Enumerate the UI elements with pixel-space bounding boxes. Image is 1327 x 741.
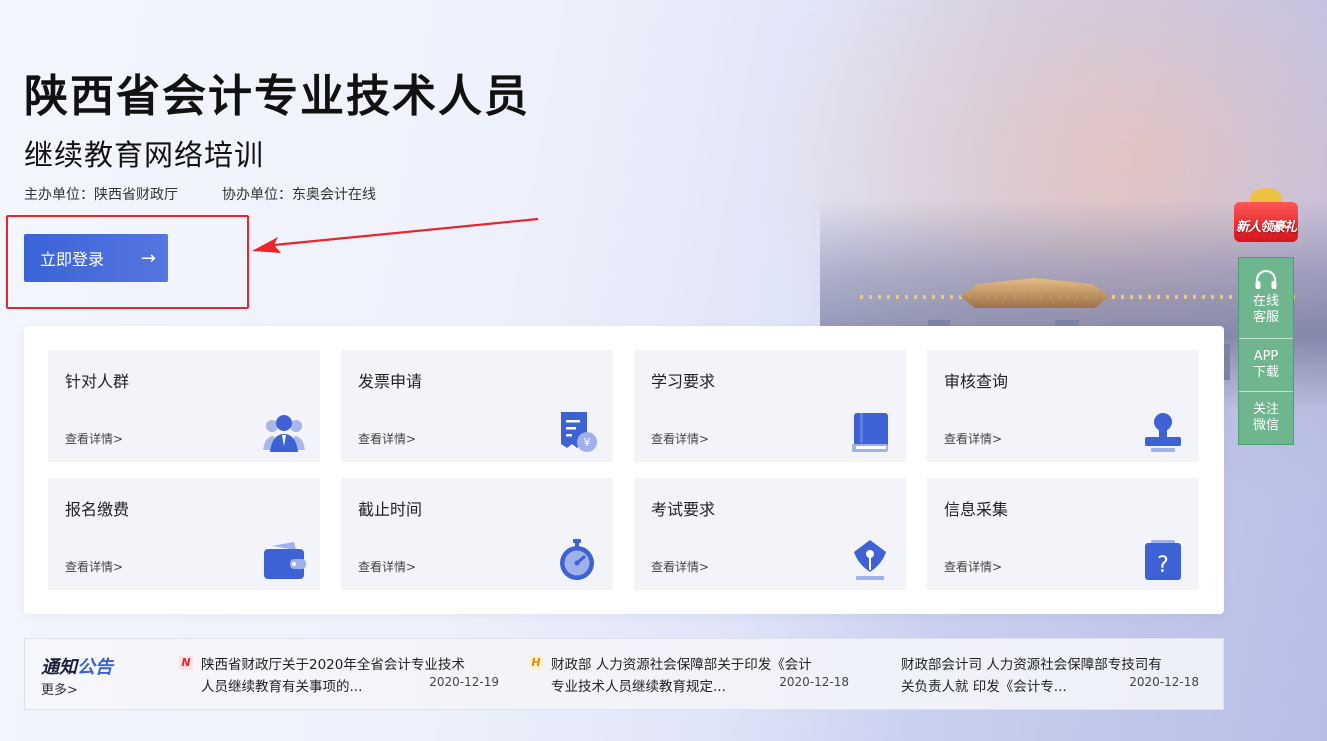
login-button-label: 立即登录 — [40, 250, 105, 269]
notice-bar: 通知公告 更多> N 陕西省财政厅关于2020年全省会计专业技术 人员继续教育有… — [24, 638, 1224, 710]
wallet-icon — [264, 542, 306, 579]
gift-label: 新人领豪礼 — [1235, 220, 1297, 235]
arrow-right-icon: → — [140, 247, 156, 269]
tile-registration-payment[interactable]: 报名缴费 查看详情> — [48, 478, 320, 590]
tile-exam-requirements[interactable]: 考试要求 查看详情> — [634, 478, 906, 590]
tile-title: 截止时间 — [358, 500, 423, 519]
tile-title: 学习要求 — [651, 372, 716, 391]
feature-card-panel: 针对人群 查看详情> 发票申请 查看详情> ¥ 学习要求 查看详情> 审核查询 … — [24, 326, 1224, 614]
tile-deadline[interactable]: 截止时间 查看详情> — [341, 478, 613, 590]
notice-item[interactable]: N 陕西省财政厅关于2020年全省会计专业技术 人员继续教育有关事项的... 2… — [179, 653, 499, 699]
tile-study-requirements[interactable]: 学习要求 查看详情> — [634, 350, 906, 462]
svg-text:¥: ¥ — [584, 436, 591, 449]
notice-date: 2020-12-18 — [779, 675, 849, 689]
tile-review-query[interactable]: 审核查询 查看详情> — [927, 350, 1199, 462]
tile-detail-link[interactable]: 查看详情> — [944, 430, 1002, 447]
host-organization: 主办单位：陕西省财政厅 — [24, 187, 178, 203]
notice-line-2: 关负责人就 印发《会计专... — [901, 679, 1067, 695]
wechat-label-2: 微信 — [1252, 418, 1279, 433]
app-label-2: 下载 — [1252, 365, 1279, 380]
notice-item[interactable]: H 财政部 人力资源社会保障部关于印发《会计 专业技术人员继续教育规定... 2… — [529, 653, 849, 699]
tile-title: 审核查询 — [944, 372, 1009, 391]
co-organization: 协办单位：东奥会计在线 — [222, 187, 376, 203]
tile-title: 信息采集 — [944, 500, 1009, 519]
new-tag-icon: N — [179, 656, 193, 670]
tile-detail-link[interactable]: 查看详情> — [65, 430, 123, 447]
organizer-line: 主办单位：陕西省财政厅 协办单位：东奥会计在线 — [24, 184, 376, 204]
notice-item[interactable]: 财政部会计司 人力资源社会保障部专技司有 关负责人就 印发《会计专... 202… — [879, 653, 1199, 699]
login-button[interactable]: 立即登录 → — [24, 234, 168, 282]
people-icon — [263, 415, 305, 452]
tile-title: 考试要求 — [651, 500, 716, 519]
tile-detail-link[interactable]: 查看详情> — [944, 558, 1002, 575]
side-float-menu: 在线 客服 APP 下载 关注 微信 — [1238, 257, 1294, 445]
notice-date: 2020-12-18 — [1129, 675, 1199, 689]
tile-detail-link[interactable]: 查看详情> — [358, 430, 416, 447]
tile-detail-link[interactable]: 查看详情> — [358, 558, 416, 575]
tile-detail-link[interactable]: 查看详情> — [65, 558, 123, 575]
hot-tag-icon: H — [529, 656, 543, 670]
notice-line-2: 人员继续教育有关事项的... — [201, 679, 363, 695]
notice-brand-part-1: 通知 — [41, 657, 77, 678]
tile-invoice-request[interactable]: 发票申请 查看详情> ¥ — [341, 350, 613, 462]
notice-line-1: 财政部 人力资源社会保障部关于印发《会计 — [551, 657, 812, 673]
book-icon — [852, 413, 888, 452]
notice-brand: 通知公告 — [41, 653, 113, 679]
wechat-label: 关注 — [1252, 402, 1279, 417]
tile-info-collection[interactable]: 信息采集 查看详情> ? — [927, 478, 1199, 590]
notice-line-1: 陕西省财政厅关于2020年全省会计专业技术 — [201, 657, 465, 673]
stopwatch-icon — [560, 539, 594, 580]
question-icon: ? — [1145, 540, 1181, 580]
new-user-gift-badge[interactable]: 新人领豪礼 — [1228, 188, 1304, 244]
red-pointer-arrow-icon — [252, 217, 539, 253]
tile-target-audience[interactable]: 针对人群 查看详情> — [48, 350, 320, 462]
pen-nib-icon — [854, 540, 886, 580]
tile-title: 报名缴费 — [65, 500, 130, 519]
app-download-button[interactable]: APP 下载 — [1239, 339, 1293, 392]
notice-more-link[interactable]: 更多> — [41, 679, 78, 698]
page-title: 陕西省会计专业技术人员 — [24, 71, 530, 122]
tile-title: 发票申请 — [358, 372, 423, 391]
notice-line-2: 专业技术人员继续教育规定... — [551, 679, 726, 695]
page-subtitle: 继续教育网络培训 — [24, 138, 265, 172]
tile-title: 针对人群 — [65, 372, 130, 391]
online-service-button[interactable]: 在线 客服 — [1239, 258, 1293, 339]
headset-icon — [1255, 270, 1277, 289]
online-service-label: 在线 — [1252, 294, 1279, 309]
stamp-icon — [1145, 413, 1181, 452]
invoice-icon: ¥ — [561, 412, 597, 452]
notice-date: 2020-12-19 — [429, 675, 499, 689]
follow-wechat-button[interactable]: 关注 微信 — [1239, 392, 1293, 444]
online-service-label-2: 客服 — [1252, 310, 1279, 325]
tile-detail-link[interactable]: 查看详情> — [651, 558, 709, 575]
notice-line-1: 财政部会计司 人力资源社会保障部专技司有 — [901, 657, 1162, 673]
tile-detail-link[interactable]: 查看详情> — [651, 430, 709, 447]
notice-brand-part-2: 公告 — [77, 657, 113, 678]
svg-text:?: ? — [1157, 553, 1169, 578]
app-label: APP — [1253, 349, 1279, 364]
